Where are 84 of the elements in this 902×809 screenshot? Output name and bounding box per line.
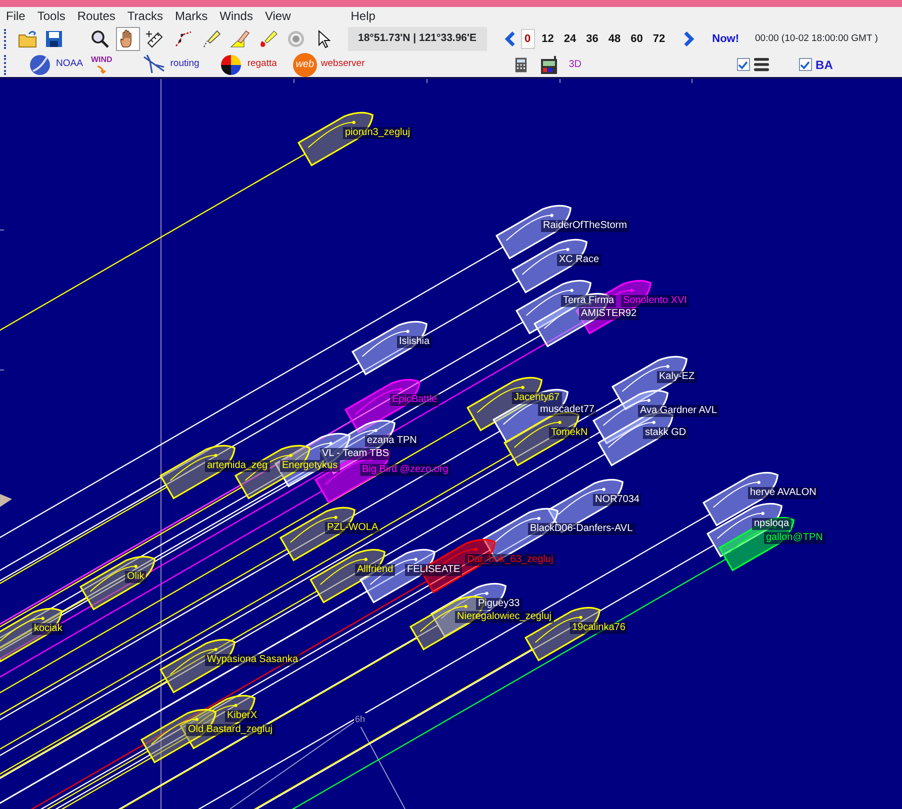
boat-name[interactable]: Nieregalowiec_zegluj [455, 611, 554, 623]
menu-item[interactable]: File [0, 7, 32, 26]
device-icon[interactable] [538, 54, 559, 74]
hand-tool-button[interactable] [116, 27, 140, 51]
map-canvas[interactable] [0, 79, 902, 809]
boat-name[interactable]: Old Bastard_zegluj [186, 724, 274, 736]
target-icon [286, 29, 306, 49]
toolbar-grip[interactable] [4, 54, 8, 74]
search-icon [90, 29, 110, 49]
forecast-hour[interactable]: 24 [560, 30, 580, 48]
boat-marker [0, 494, 12, 507]
boat-name[interactable]: Sonolento XVI [621, 295, 689, 307]
save-icon [44, 29, 64, 49]
boat-name[interactable]: npsloqa [752, 518, 792, 530]
compass-wheel-icon[interactable] [219, 52, 244, 76]
boat-name[interactable]: Big Bird @zezo.org [360, 464, 450, 476]
plugin-label[interactable]: routing [170, 57, 200, 72]
forecast-hour[interactable]: 60 [628, 30, 646, 48]
boat-name[interactable]: Kaly-EZ [657, 371, 697, 383]
boat-name[interactable]: PZL-WOLA [325, 522, 380, 534]
boat-name[interactable]: artemida_zeg [205, 460, 270, 472]
boat-name[interactable]: Ava Gardner AVL [638, 405, 719, 417]
forecast-hour[interactable]: 36 [583, 30, 602, 48]
boat-name[interactable]: Terra Firma [561, 295, 616, 307]
boat-name[interactable]: Energetykus [280, 460, 340, 472]
next-icon[interactable] [682, 31, 696, 47]
boat-name[interactable]: Jacenty67 [512, 392, 562, 404]
boat-name[interactable]: Piguey33 [476, 598, 522, 610]
menu-item[interactable]: View [258, 7, 297, 26]
route-icon [174, 29, 194, 49]
marker-icon [230, 29, 250, 49]
forecast-hour[interactable]: 48 [605, 30, 624, 48]
boat-name[interactable]: Allfriend [355, 564, 396, 576]
forecast-hour[interactable]: 0 [520, 28, 535, 50]
boat-name[interactable]: muscadet77 [538, 404, 596, 416]
boat-name[interactable]: NOR7034 [593, 494, 642, 506]
checkbox[interactable] [798, 58, 812, 71]
boat-name[interactable]: KiberX [225, 710, 260, 722]
boat-name[interactable]: RaiderOfTheStorm [541, 220, 629, 232]
boat-name[interactable]: EpicBattle [390, 394, 440, 406]
boat-name[interactable]: BlackD06-Danfers-AVL [528, 523, 635, 535]
forecast-hour[interactable]: 12 [538, 30, 557, 48]
plugin-label[interactable]: regatta [247, 57, 277, 72]
boat-name[interactable]: 19calinka76 [570, 622, 628, 634]
boat-name[interactable]: TomekN [549, 427, 590, 439]
coordinates-display: 18°51.73'N | 121°33.96'E [348, 27, 486, 51]
time-display: 00:00 (10-02 18:00:00 GMT ) [755, 32, 878, 46]
globe-icon[interactable] [28, 52, 52, 76]
boat-name[interactable]: Dar_bok_63_zegluj [465, 554, 556, 566]
scale-label: 6h [354, 713, 366, 726]
boat-name[interactable]: VL - Team TBS [320, 448, 392, 460]
folder-icon [18, 29, 38, 49]
boat-name[interactable]: Wypasiona Sasanka [205, 654, 300, 666]
boat-name[interactable]: piorun3_zegluj [343, 127, 412, 139]
boat-name[interactable]: AMISTER92 [579, 308, 639, 320]
pencil-icon [202, 29, 222, 49]
toolbar-grip[interactable] [4, 29, 8, 49]
menu-item[interactable]: Tools [31, 7, 72, 26]
menu-item[interactable]: Help [344, 7, 382, 26]
menu-item[interactable]: Routes [71, 7, 122, 26]
menu-item[interactable]: Tracks [121, 7, 169, 26]
menu-item[interactable]: Marks [168, 7, 214, 26]
toggle-label[interactable]: BA [816, 56, 833, 74]
boat-name[interactable]: herve AVALON [748, 487, 818, 499]
plugin-label[interactable]: webserver [320, 57, 365, 72]
calculator-icon[interactable] [512, 56, 529, 74]
boat-name[interactable]: FELISEATE [405, 564, 462, 576]
now-link[interactable]: Now! [712, 30, 740, 48]
wind-logo-text[interactable]: WIND [90, 54, 112, 64]
boat-name[interactable]: XC Race [557, 254, 602, 266]
boat-name[interactable]: gallon@TPN [764, 532, 825, 544]
boat-name[interactable]: kociak [32, 623, 64, 635]
boat-name[interactable]: stakk GD [643, 427, 688, 439]
previous-icon[interactable] [502, 31, 516, 47]
menu-item[interactable]: Winds [214, 7, 259, 26]
boat-name[interactable]: Olik [125, 571, 146, 583]
checkbox[interactable] [736, 58, 750, 71]
menu-icon[interactable] [754, 57, 769, 72]
boat-name[interactable]: Islishia [397, 336, 432, 348]
forecast-hour[interactable]: 72 [650, 30, 668, 48]
3d-button[interactable]: 3D [568, 57, 582, 72]
plugin-label[interactable]: NOAA [56, 57, 83, 72]
boat-name[interactable]: ezana TPN [365, 435, 419, 447]
brush-icon [258, 29, 278, 49]
